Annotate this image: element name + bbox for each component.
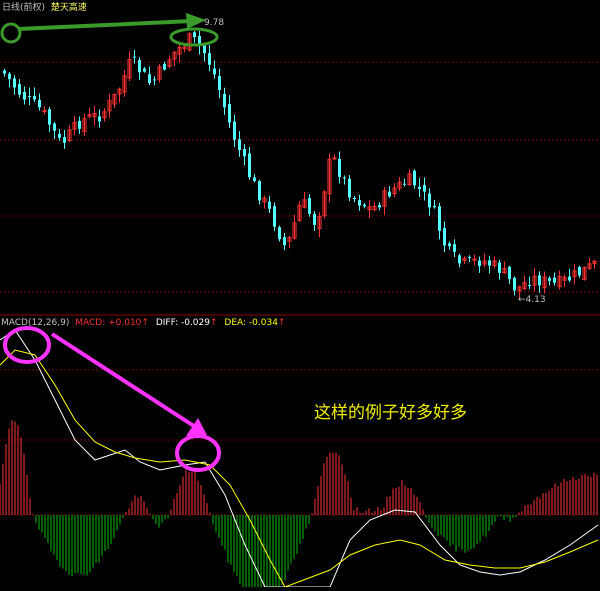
macd-header: MACD(12,26,9) MACD: +0.010↑ DIFF: -0.029…: [1, 318, 286, 328]
candle-body: [268, 201, 271, 209]
candle-body: [58, 133, 61, 138]
candle-body: [538, 275, 541, 286]
candle-body: [548, 278, 551, 281]
candle-body: [138, 60, 141, 73]
candlestick-chart[interactable]: [0, 0, 600, 591]
candle-body: [313, 213, 316, 225]
candle-body: [468, 257, 471, 259]
candle-body: [223, 93, 226, 108]
candle-body: [448, 243, 451, 247]
pink-circle-marker: [175, 434, 221, 472]
candle-body: [388, 191, 391, 197]
stock-name: 楚天高速: [50, 3, 87, 13]
candle-body: [578, 266, 581, 276]
candle-body: [273, 206, 276, 227]
chart-screen: 日线(前权) 楚天高速 MACD(12,26,9) MACD: +0.010↑ …: [0, 0, 600, 591]
candle-body: [458, 255, 461, 264]
candle-body: [98, 116, 101, 122]
up-arrow-icon: ↑: [210, 318, 218, 328]
candle-body: [338, 158, 341, 177]
candle-body: [38, 99, 41, 108]
candle-body: [568, 276, 571, 281]
candle-body: [438, 206, 441, 231]
candle-body: [423, 185, 426, 192]
candle-body: [208, 53, 211, 65]
candle-body: [8, 73, 11, 80]
macd-indicator-label: MACD(12,26,9): [1, 318, 70, 328]
candle-body: [42, 110, 47, 113]
candle-body: [48, 109, 51, 125]
candle-body: [253, 177, 256, 182]
diff-value: DIFF: -0.029: [155, 318, 210, 328]
dea-value: DEA: -0.034: [224, 318, 278, 328]
candle-body: [233, 121, 236, 140]
low-price-label: ←4.13: [518, 295, 546, 305]
green-arrow-shaft: [17, 19, 193, 31]
candle-body: [278, 227, 281, 240]
candle-body: [193, 32, 196, 38]
candle-body: [443, 227, 446, 246]
candle-body: [153, 79, 156, 81]
candle-body: [133, 56, 136, 58]
candle-body: [353, 198, 356, 200]
candle-body: [63, 137, 66, 143]
candle-body: [418, 186, 421, 190]
macd-value: MACD: +0.010: [75, 318, 142, 328]
annotation-text: 这样的例子好多好多: [314, 403, 467, 423]
pink-circle-marker: [3, 326, 51, 364]
green-circle-marker: [0, 22, 22, 44]
candle-body: [472, 258, 477, 261]
candle-body: [508, 266, 511, 280]
candle-body: [553, 277, 556, 283]
candle-body: [378, 205, 381, 208]
chart-title: 日线(前权) 楚天高速: [2, 0, 87, 13]
candle-body: [433, 205, 436, 208]
candle-body: [403, 183, 406, 185]
candle-body: [248, 153, 251, 178]
up-arrow-icon: ↑: [141, 318, 149, 328]
candle-body: [343, 177, 346, 179]
candle-body: [148, 74, 151, 84]
candle-body: [332, 157, 337, 160]
candle-body: [488, 260, 491, 266]
candle-body: [228, 103, 231, 123]
candle-body: [453, 244, 456, 252]
candle-body: [478, 260, 481, 266]
candle-body: [28, 96, 31, 98]
candle-body: [308, 198, 311, 214]
candle-body: [428, 193, 431, 208]
high-price-label: 9.78: [204, 18, 225, 28]
candle-body: [363, 204, 366, 207]
candle-body: [53, 123, 56, 131]
candle-body: [348, 178, 351, 198]
candle-body: [498, 262, 501, 273]
candle-body: [203, 45, 206, 54]
candle-body: [78, 121, 81, 129]
candle-body: [413, 170, 416, 186]
candle-body: [513, 277, 516, 291]
candle-body: [258, 181, 261, 201]
candle-body: [23, 91, 26, 100]
candle-body: [13, 78, 16, 88]
pink-arrow-shaft: [50, 332, 202, 432]
candle-body: [163, 63, 166, 70]
candle-body: [143, 68, 146, 72]
candle-body: [3, 70, 6, 74]
candle-body: [18, 84, 21, 95]
candle-body: [218, 76, 221, 90]
candle-body: [283, 237, 286, 246]
candle-body: [243, 148, 246, 157]
candle-body: [358, 199, 361, 206]
candle-body: [238, 139, 241, 151]
candle-body: [33, 96, 36, 100]
green-arrow-head: [186, 13, 206, 29]
period-label: 日线(前权): [2, 3, 46, 13]
candle-body: [213, 68, 216, 75]
up-arrow-icon: ↑: [277, 318, 286, 328]
candle-body: [528, 284, 531, 287]
low-price-value: 4.13: [525, 295, 546, 305]
